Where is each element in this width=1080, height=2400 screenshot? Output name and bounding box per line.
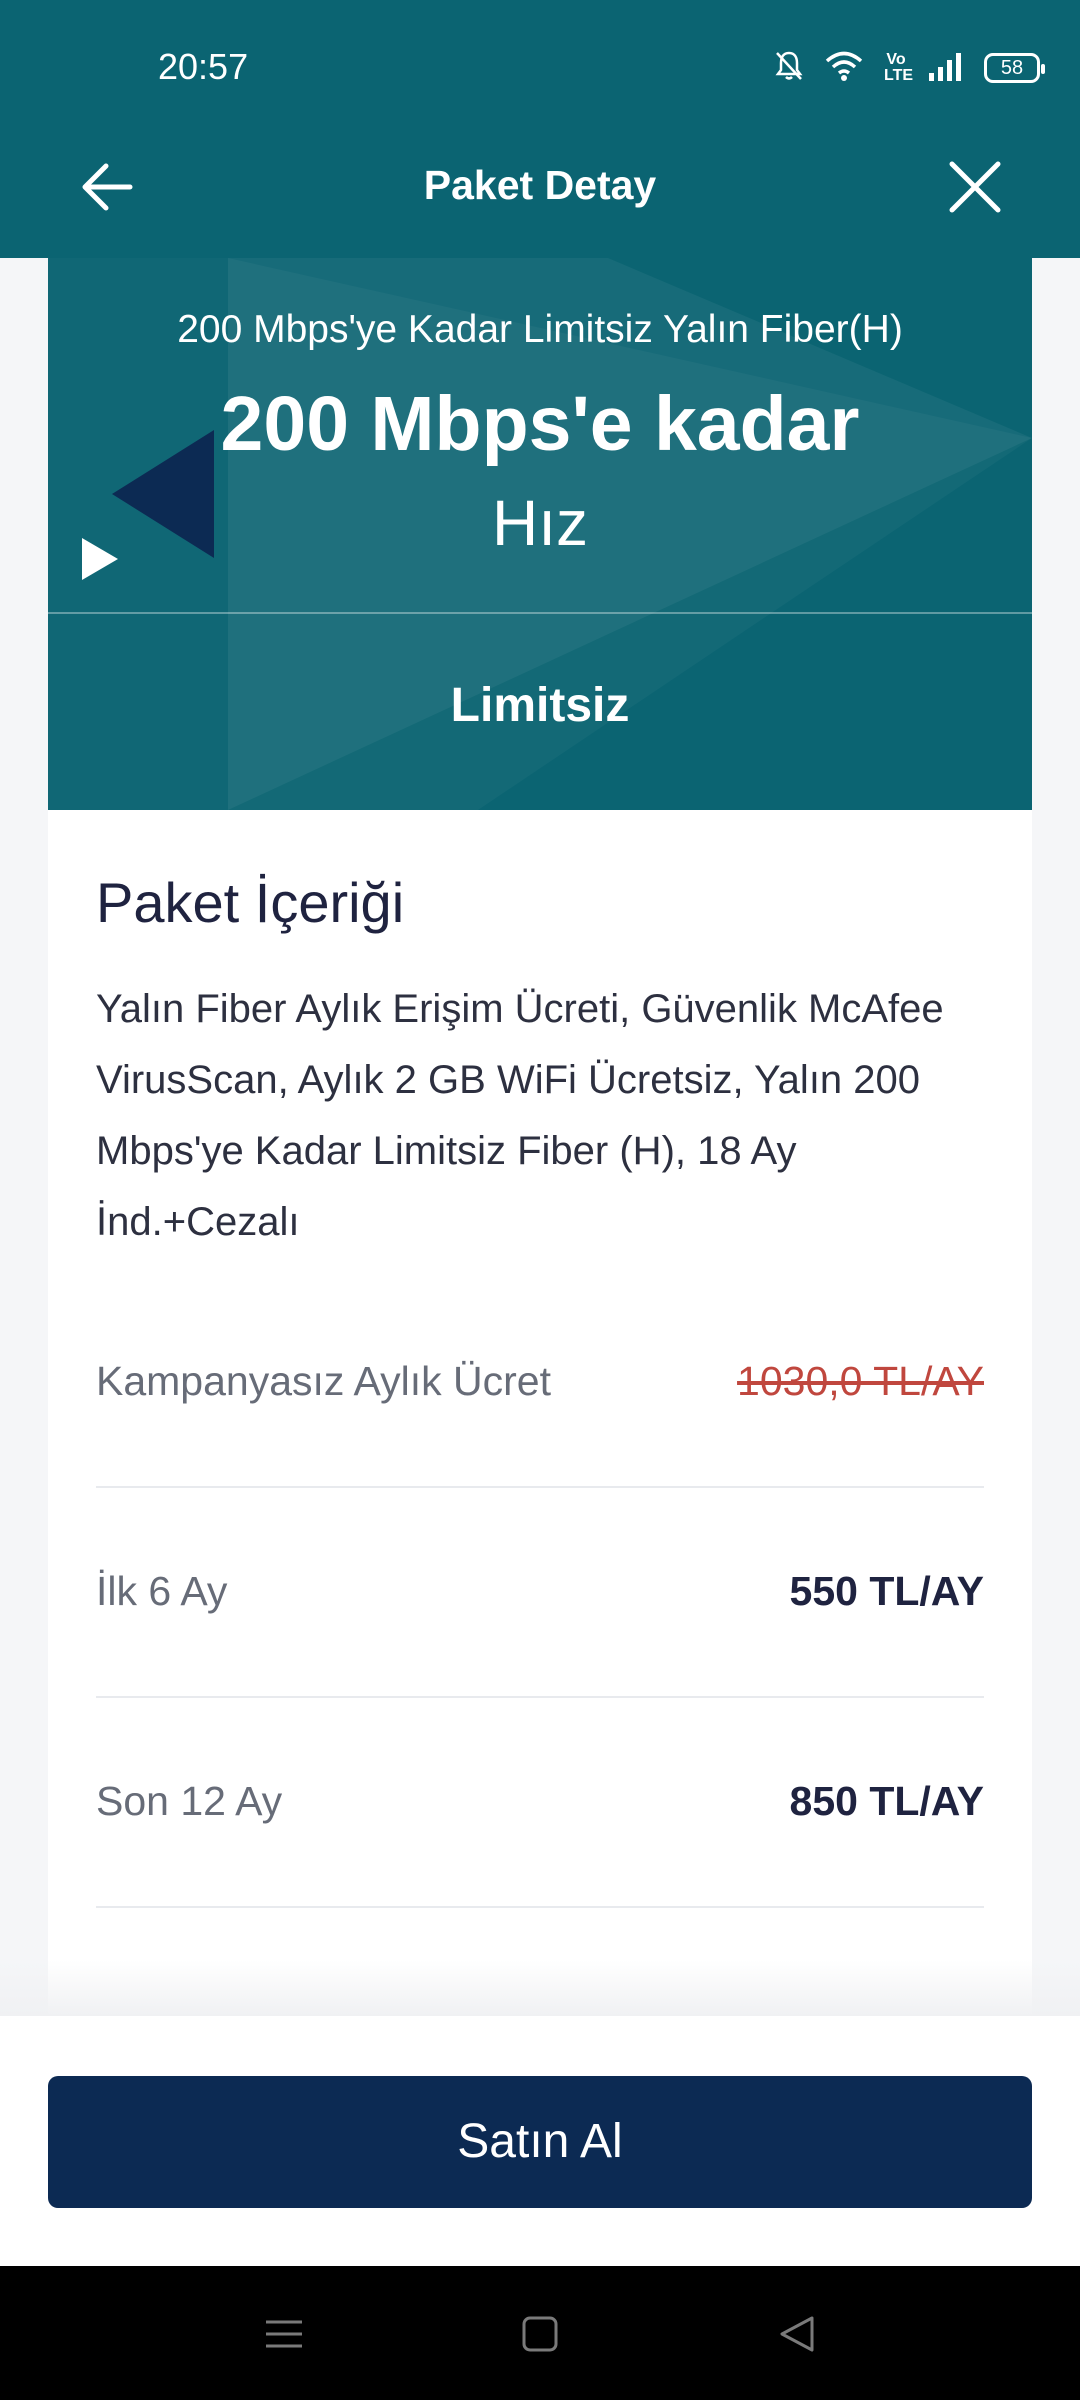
home-icon[interactable] (512, 2306, 568, 2362)
close-button[interactable] (942, 154, 1008, 220)
page-title: Paket Detay (423, 162, 657, 208)
scroll-fade (0, 1960, 1080, 2016)
wifi-icon (824, 50, 864, 87)
package-content-description: Yalın Fiber Aylık Erişim Ücreti, Güvenli… (96, 987, 944, 1244)
signal-icon (928, 51, 964, 86)
price-value: 550 TL/AY (789, 1568, 984, 1614)
package-speed: 200 Mbps'e kadar (220, 381, 860, 467)
package-speed-label: Hız (492, 487, 588, 559)
package-content-card: Paket İçeriği Yalın Fiber Aylık Erişim Ü… (48, 810, 1032, 2016)
price-row-no-campaign: Kampanyasız Aylık Ücret 1030,0 TL/AY (96, 1278, 984, 1488)
menu-icon[interactable] (256, 2306, 312, 2362)
status-icons: Vo LTE 58 (774, 48, 1045, 88)
back-triangle-icon[interactable] (770, 2306, 826, 2362)
battery-indicator: 58 (984, 53, 1045, 83)
status-time: 20:57 (158, 46, 249, 87)
package-name: 200 Mbps'ye Kadar Limitsiz Yalın Fiber(H… (177, 308, 903, 351)
price-label: Son 12 Ay (96, 1778, 283, 1824)
package-hero-card: 200 Mbps'ye Kadar Limitsiz Yalın Fiber(H… (48, 258, 1032, 810)
buy-button[interactable]: Satın Al (48, 2076, 1032, 2208)
price-row-last-12-months: Son 12 Ay 850 TL/AY (96, 1698, 984, 1908)
bell-muted-icon (774, 50, 804, 87)
volte-indicator: Vo LTE (884, 51, 914, 84)
close-icon (949, 161, 1001, 213)
package-content-title: Paket İçeriği (96, 871, 405, 934)
price-value: 850 TL/AY (789, 1778, 984, 1824)
price-value-struck: 1030,0 TL/AY (737, 1358, 984, 1404)
package-quota: Limitsiz (450, 679, 630, 732)
price-label: Kampanyasız Aylık Ücret (96, 1358, 551, 1404)
price-row-first-6-months: İlk 6 Ay 550 TL/AY (96, 1488, 984, 1698)
screen: 20:57 Vo LTE 58 Paket Detay 200 Mbps'ye … (0, 0, 1080, 2400)
hero-divider (48, 612, 1032, 614)
app-header: 20:57 Vo LTE 58 Paket Detay (0, 0, 1080, 258)
price-label: İlk 6 Ay (96, 1568, 228, 1614)
system-nav-bar (0, 2266, 1080, 2400)
bottom-action-bar: Satın Al (0, 2016, 1080, 2266)
